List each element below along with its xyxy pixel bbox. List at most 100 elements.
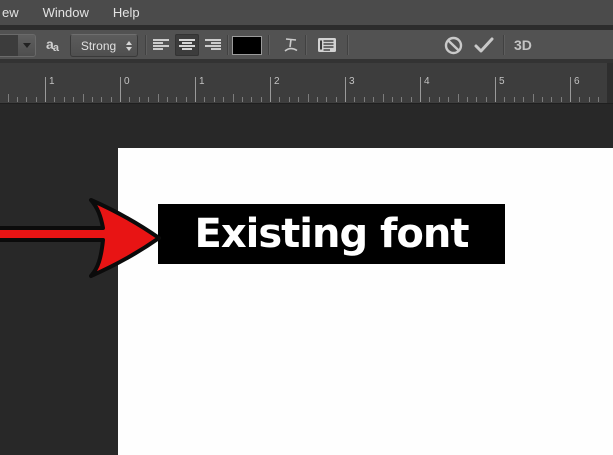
ruler-tick (467, 97, 468, 102)
ruler-number: 3 (349, 76, 355, 87)
ruler-tick (551, 97, 552, 102)
ruler-tick (251, 97, 252, 102)
3d-button[interactable]: 3D (514, 37, 532, 53)
ruler-tick (589, 97, 590, 102)
ruler-tick (364, 97, 365, 102)
ruler-tick (383, 94, 384, 102)
ruler-tick (270, 77, 271, 102)
ruler-tick (448, 97, 449, 102)
ruler-tick (514, 97, 515, 102)
ruler-tick (598, 97, 599, 102)
align-right-button[interactable] (201, 34, 225, 56)
selected-text-layer[interactable]: Existing font (158, 204, 505, 264)
commit-edits-button[interactable] (472, 34, 496, 56)
ruler-tick (26, 97, 27, 102)
ruler-number: 1 (49, 76, 55, 87)
ruler-tick (401, 97, 402, 102)
ruler-tick (354, 97, 355, 102)
horizontal-ruler[interactable]: 1 0 1 2 3 4 5 6 (0, 63, 613, 104)
cancel-edits-button[interactable] (441, 34, 465, 56)
separator (145, 35, 147, 55)
ruler-tick (45, 77, 46, 102)
separator (503, 35, 505, 55)
ruler-tick (579, 97, 580, 102)
align-right-icon (205, 39, 222, 52)
font-size-dropdown-arrow[interactable] (18, 35, 35, 56)
separator (227, 35, 229, 55)
ruler-tick (392, 97, 393, 102)
anti-alias-method-value: Strong (71, 39, 126, 53)
ruler-tick (186, 97, 187, 102)
checkmark-icon (473, 36, 495, 54)
ruler-tick (298, 97, 299, 102)
separator (347, 35, 349, 55)
ruler-tick (523, 97, 524, 102)
ruler-number: 6 (574, 76, 580, 87)
ruler-tick (158, 94, 159, 102)
red-arrow-annotation (0, 195, 170, 290)
font-size-field[interactable] (0, 35, 18, 56)
ruler-tick (345, 77, 346, 102)
menu-item-view-partial[interactable]: ew (0, 0, 31, 25)
align-center-button[interactable] (175, 34, 199, 56)
ruler-number: 4 (424, 76, 430, 87)
canvas-workspace[interactable]: Existing font (0, 104, 613, 455)
ruler-number: 5 (499, 76, 505, 87)
ruler-tick (223, 97, 224, 102)
ruler-tick (495, 77, 496, 102)
toggle-panels-button[interactable] (315, 34, 339, 56)
ruler-tick (148, 97, 149, 102)
ruler-tick (317, 97, 318, 102)
anti-alias-method-select[interactable]: Strong (70, 34, 138, 57)
ruler-tick (64, 97, 65, 102)
menu-item-help[interactable]: Help (101, 0, 152, 25)
ruler-tick (167, 97, 168, 102)
font-size-dropdown[interactable] (0, 34, 36, 57)
ruler-tick (561, 97, 562, 102)
ruler-tick (73, 97, 74, 102)
ruler-tick (570, 77, 571, 102)
text-layer-content: Existing font (195, 211, 469, 257)
ruler-tick (242, 97, 243, 102)
separator (305, 35, 307, 55)
ruler-number: 2 (274, 76, 280, 87)
ruler-tick (54, 97, 55, 102)
ruler-tick (233, 94, 234, 102)
updown-arrows-icon (126, 41, 132, 51)
ruler-tick (17, 97, 18, 102)
ruler-tick (111, 97, 112, 102)
separator (268, 35, 270, 55)
ruler-tick (176, 97, 177, 102)
type-tool-options-bar: aa Strong (0, 30, 613, 59)
ruler-tick (261, 97, 262, 102)
ruler-tick (326, 97, 327, 102)
ruler-tick (458, 94, 459, 102)
ruler-tick (8, 94, 9, 102)
ruler-tick (101, 97, 102, 102)
ruler-tick (420, 77, 421, 102)
ruler-tick (83, 94, 84, 102)
text-color-swatch[interactable] (233, 37, 261, 54)
chevron-down-icon (23, 43, 31, 48)
ruler-tick (139, 97, 140, 102)
document-page[interactable] (118, 148, 613, 455)
ruler-tick (92, 97, 93, 102)
ruler-tick (429, 97, 430, 102)
ruler-tick (439, 97, 440, 102)
align-left-button[interactable] (149, 34, 173, 56)
ruler-tick (279, 97, 280, 102)
ruler-number: 0 (124, 76, 130, 87)
ruler-tick (504, 97, 505, 102)
cancel-icon (444, 36, 463, 55)
menu-item-window[interactable]: Window (31, 0, 101, 25)
ruler-tick (204, 97, 205, 102)
ruler-tick (542, 97, 543, 102)
ruler-tick (336, 97, 337, 102)
ruler-tick (195, 77, 196, 102)
anti-alias-icon[interactable]: aa (42, 36, 64, 54)
warp-text-button[interactable] (279, 34, 303, 56)
ruler-tick (36, 97, 37, 102)
ruler-number: 1 (199, 76, 205, 87)
align-left-icon (153, 39, 170, 52)
panels-icon (317, 37, 337, 53)
